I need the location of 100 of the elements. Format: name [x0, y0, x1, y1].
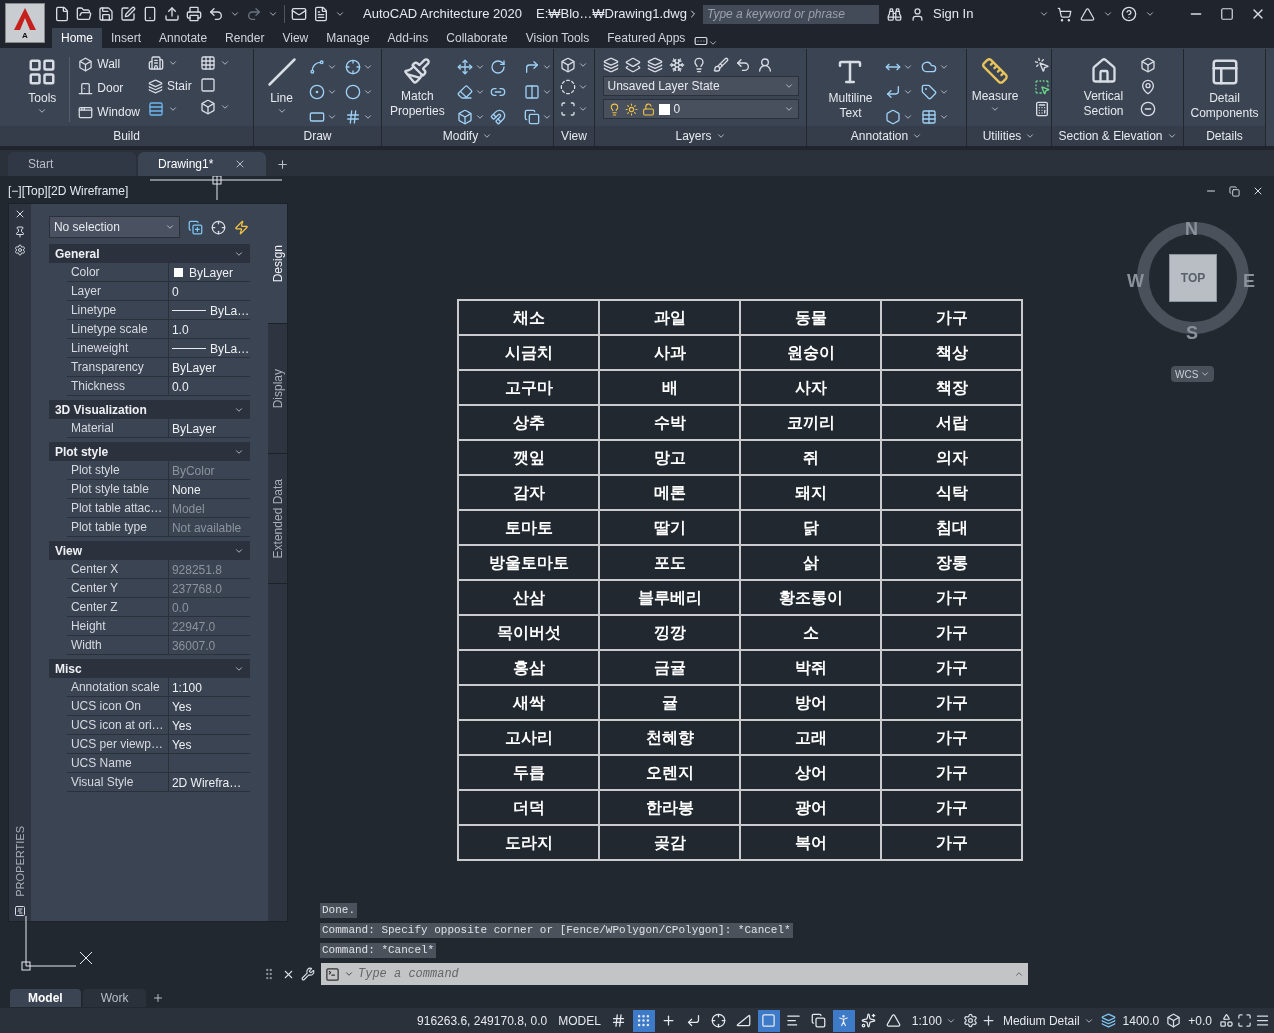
- caret-icon[interactable]: [164, 222, 175, 232]
- shapes-icon[interactable]: [1219, 1013, 1234, 1028]
- detail-dropdown[interactable]: Medium Detail: [998, 1011, 1098, 1030]
- property-value[interactable]: 2D Wirefra…: [171, 773, 242, 792]
- section-header[interactable]: Misc: [48, 659, 251, 678]
- caret-icon[interactable]: [578, 104, 588, 114]
- search-field[interactable]: Type a keyword or phrase: [703, 4, 879, 24]
- ribbon-tool[interactable]: Door: [78, 79, 140, 97]
- ribbon-tab[interactable]: Featured Apps: [598, 28, 695, 48]
- elevation-value[interactable]: 1400.0: [1118, 1011, 1164, 1030]
- ribbon-tab[interactable]: Insert: [102, 28, 151, 48]
- sign-in-button[interactable]: Sign In: [933, 4, 974, 24]
- ribbon-tab[interactable]: Annotate: [150, 28, 217, 48]
- layer-dropdown[interactable]: 0: [602, 99, 799, 119]
- cube-icon[interactable]: [1139, 57, 1156, 73]
- upload-icon[interactable]: [164, 6, 180, 22]
- command-input[interactable]: Type a command: [358, 965, 1010, 983]
- cart-icon[interactable]: [1057, 6, 1073, 22]
- circle-icon[interactable]: [560, 79, 576, 95]
- caret-icon[interactable]: [578, 82, 588, 92]
- add-selection-icon[interactable]: [187, 219, 203, 235]
- table-icon[interactable]: [920, 108, 937, 125]
- caret-icon[interactable]: [1145, 9, 1156, 19]
- caret-icon[interactable]: [344, 969, 354, 979]
- eraser-icon[interactable]: [456, 83, 473, 100]
- ribbon-tab[interactable]: Collaborate: [437, 28, 517, 48]
- rotate-icon[interactable]: [490, 58, 507, 75]
- caret-icon[interactable]: [276, 106, 287, 116]
- detail-components-button[interactable]: Detail Components: [1186, 53, 1263, 126]
- ribbon-tab[interactable]: Render: [216, 28, 274, 48]
- caret-icon[interactable]: [578, 60, 588, 70]
- ucs-menu[interactable]: WCS: [1171, 366, 1215, 382]
- caret-icon[interactable]: [268, 9, 278, 19]
- layers-icon[interactable]: [646, 57, 663, 73]
- vertical-section-button[interactable]: Vertical Section: [1079, 53, 1128, 126]
- undo-icon[interactable]: [208, 6, 224, 22]
- settings-icon[interactable]: [962, 1013, 978, 1028]
- caret-icon[interactable]: [783, 104, 794, 114]
- brush-icon[interactable]: [712, 57, 729, 73]
- copy-icon[interactable]: [523, 108, 540, 125]
- maximize-icon[interactable]: [1220, 7, 1234, 21]
- new-layout-icon[interactable]: [152, 992, 165, 1004]
- panel-title[interactable]: Utilities: [967, 126, 1051, 146]
- palette-tab[interactable]: Design: [268, 204, 287, 324]
- new-file-icon[interactable]: [54, 6, 70, 22]
- help-icon[interactable]: [1121, 6, 1138, 22]
- fullscreen-icon[interactable]: [1237, 1013, 1252, 1028]
- document-icon[interactable]: [313, 6, 329, 22]
- caret-icon[interactable]: [1200, 369, 1211, 379]
- document-tab[interactable]: Drawing1*: [138, 152, 266, 176]
- property-value[interactable]: Yes: [171, 697, 192, 716]
- layers-icon[interactable]: [1100, 1013, 1116, 1028]
- measure-button[interactable]: Measure: [967, 53, 1023, 126]
- layers-icon[interactable]: [602, 57, 619, 73]
- layer-user-icon[interactable]: [756, 57, 773, 73]
- annotation-toggle[interactable]: [832, 1009, 855, 1032]
- ribbon-tool[interactable]: Window: [78, 103, 140, 121]
- restore-icon[interactable]: [1229, 185, 1240, 197]
- snap-toggle[interactable]: [632, 1009, 655, 1032]
- property-value[interactable]: None: [171, 480, 201, 499]
- block-icon[interactable]: [78, 56, 94, 72]
- offset-value[interactable]: +0.0: [1184, 1011, 1216, 1030]
- brush-icon[interactable]: [403, 57, 432, 85]
- device-icon[interactable]: [142, 6, 158, 22]
- plus-icon[interactable]: [980, 1013, 996, 1028]
- door-icon[interactable]: [78, 80, 94, 96]
- panel-title[interactable]: Modify: [382, 126, 553, 146]
- coordinates[interactable]: 916263.6, 249170.8, 0.0: [413, 1011, 552, 1030]
- arc-icon[interactable]: [308, 58, 325, 75]
- ribbon-tab[interactable]: Vision Tools: [516, 28, 599, 48]
- select-icon[interactable]: [1034, 79, 1051, 95]
- move-icon[interactable]: [456, 58, 473, 75]
- settings-icon[interactable]: [13, 244, 26, 256]
- caret-icon[interactable]: [783, 81, 794, 91]
- selection-dropdown[interactable]: No selection: [48, 216, 180, 238]
- folder-icon[interactable]: [76, 6, 92, 22]
- circle-icon[interactable]: [308, 83, 325, 100]
- binoculars-icon[interactable]: [887, 6, 902, 22]
- triangle-icon[interactable]: [1080, 6, 1096, 22]
- section-header[interactable]: 3D Visualization: [48, 400, 251, 419]
- caret-icon[interactable]: [708, 38, 719, 48]
- caret-icon[interactable]: [230, 9, 240, 19]
- caret-icon[interactable]: [219, 58, 230, 68]
- new-tab-icon[interactable]: [276, 158, 289, 171]
- cube-icon[interactable]: [560, 57, 576, 73]
- property-value[interactable]: 0.0: [171, 377, 189, 396]
- ribbon-tab[interactable]: Add-ins: [378, 28, 438, 48]
- ruler-icon[interactable]: [981, 57, 1009, 85]
- crosshair-icon[interactable]: [210, 219, 226, 235]
- layer-state-dropdown[interactable]: Unsaved Layer State: [602, 76, 799, 96]
- caret-icon[interactable]: [37, 106, 48, 116]
- undo-icon[interactable]: [734, 57, 751, 73]
- window-icon[interactable]: [78, 104, 94, 120]
- freeze-icon[interactable]: [668, 57, 685, 73]
- line-icon[interactable]: [266, 57, 297, 87]
- calculator-icon[interactable]: [1034, 101, 1051, 117]
- caret-icon[interactable]: [168, 104, 178, 114]
- property-value[interactable]: 0: [171, 282, 179, 301]
- hexagon-icon[interactable]: [884, 108, 901, 125]
- section-header[interactable]: Plot style: [48, 442, 251, 461]
